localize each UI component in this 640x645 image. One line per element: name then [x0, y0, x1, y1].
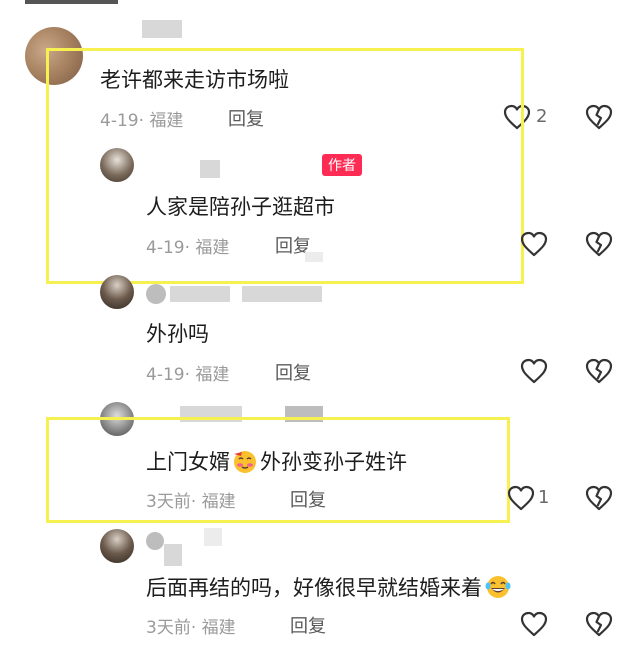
- pixelated-area: [305, 252, 323, 262]
- broken-heart-icon[interactable]: [585, 358, 613, 384]
- broken-heart-icon[interactable]: [585, 104, 613, 130]
- heart-icon[interactable]: [507, 485, 535, 511]
- comment-text: 上门女婿 外孙变孙子姓许: [146, 450, 407, 474]
- heart-icon[interactable]: [520, 358, 548, 384]
- reply-button[interactable]: 回复: [290, 612, 326, 638]
- username-pixelated: [242, 286, 322, 302]
- like-count: 2: [536, 106, 548, 127]
- blushing-face-emoji: [234, 451, 256, 473]
- tears-of-joy-emoji: [485, 576, 511, 598]
- avatar[interactable]: [100, 529, 134, 563]
- comment-meta: 3天前· 福建: [146, 618, 236, 638]
- username-pixelated: [146, 284, 166, 304]
- broken-heart-icon[interactable]: [585, 485, 613, 511]
- comment-meta: 3天前· 福建: [146, 492, 236, 512]
- heart-icon[interactable]: [520, 611, 548, 637]
- comment-meta: 4-19· 福建: [146, 238, 230, 258]
- reply-button[interactable]: 回复: [290, 486, 326, 512]
- top-divider: [25, 0, 118, 4]
- broken-heart-icon[interactable]: [585, 611, 613, 637]
- comment-text: 人家是陪孙子逛超市: [146, 195, 335, 219]
- author-badge: 作者: [322, 154, 362, 176]
- comment-text: 外孙吗: [146, 322, 209, 346]
- reply-button[interactable]: 回复: [275, 359, 311, 385]
- broken-heart-icon[interactable]: [585, 231, 613, 257]
- username-pixelated: [200, 160, 220, 178]
- comment-text: 后面再结的吗，好像很早就结婚来着: [146, 572, 511, 602]
- username-pixelated: [146, 532, 164, 550]
- avatar[interactable]: [100, 148, 134, 182]
- avatar[interactable]: [100, 275, 134, 309]
- username-pixelated: [204, 528, 222, 546]
- username-pixelated: [164, 544, 182, 566]
- heart-icon[interactable]: [520, 231, 548, 257]
- username-pixelated: [142, 20, 182, 38]
- like-count: 1: [538, 487, 550, 508]
- comment-meta: 4-19· 福建: [146, 365, 230, 385]
- username-pixelated: [170, 286, 230, 302]
